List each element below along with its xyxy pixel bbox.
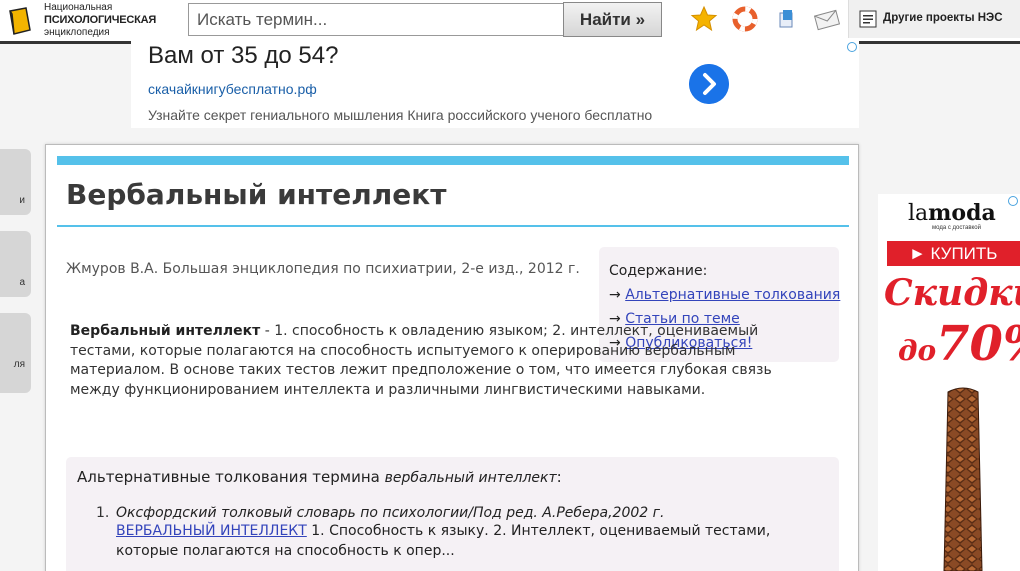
toc-title: Содержание: <box>609 263 708 279</box>
search-input[interactable]: Искать термин... <box>188 3 564 36</box>
ad-url[interactable]: скачайкнигубесплатно.рф <box>148 81 317 97</box>
term-definition: Вербальный интеллект - 1. способность к … <box>70 322 780 400</box>
sale-headline: Скидки <box>884 272 1020 314</box>
source-citation: Жмуров В.А. Большая энциклопедия по псих… <box>66 261 580 277</box>
brand-moda: moda <box>928 200 996 226</box>
mail-icon[interactable] <box>813 5 841 33</box>
toc-link-alternatives[interactable]: Альтернативные толкования <box>625 287 840 303</box>
side-tab-label: а <box>19 277 25 288</box>
star-icon[interactable] <box>690 5 718 33</box>
title-divider <box>57 225 849 227</box>
alternatives-title-suffix: : <box>556 468 562 486</box>
side-tab-2[interactable]: а <box>0 231 31 297</box>
right-advertisement[interactable]: lamoda мода с доставкой ► КУПИТЬ Скидки … <box>878 194 1020 571</box>
sale-discount: до70% <box>898 316 1020 372</box>
sale-do: до <box>898 334 937 367</box>
projects-list-icon <box>859 10 877 28</box>
alternative-entry: ВЕРБАЛЬНЫЙ ИНТЕЛЛЕКТ 1. Способность к яз… <box>116 522 816 561</box>
site-logo[interactable]: Национальная ПСИХОЛОГИЧЕСКАЯ энциклопеди… <box>4 2 184 38</box>
logo-line-3: энциклопедия <box>44 27 110 38</box>
accent-bar <box>57 156 849 165</box>
ad-info-icon[interactable] <box>847 42 857 52</box>
article-card: Вербальный интеллект Жмуров В.А. Большая… <box>45 144 859 571</box>
other-projects-button[interactable]: Другие проекты НЭС <box>848 0 1020 38</box>
top-header: Национальная ПСИХОЛОГИЧЕСКАЯ энциклопеди… <box>0 0 1020 44</box>
document-add-icon[interactable] <box>772 5 800 33</box>
alternatives-title-term: вербальный интеллект <box>384 470 557 486</box>
boot-image <box>943 387 983 571</box>
logo-line-2: ПСИХОЛОГИЧЕСКАЯ <box>44 14 157 26</box>
alternative-interpretations: Альтернативные толкования термина вербал… <box>66 457 839 571</box>
book-logo-icon <box>9 7 31 35</box>
top-advertisement[interactable]: Вам от 35 до 54? скачайкнигубесплатно.рф… <box>131 40 859 128</box>
alternative-term-link[interactable]: ВЕРБАЛЬНЫЙ ИНТЕЛЛЕКТ <box>116 523 307 539</box>
side-tab-label: и <box>19 195 25 206</box>
ad-info-icon[interactable] <box>1008 196 1018 206</box>
search-button[interactable]: Найти » <box>563 2 662 37</box>
lamoda-logo: lamoda <box>908 200 996 226</box>
page-title: Вербальный интеллект <box>66 178 447 211</box>
side-tab-label: ля <box>13 359 25 370</box>
list-item-number: 1. <box>96 505 110 521</box>
alternatives-title-prefix: Альтернативные толкования термина <box>77 468 385 486</box>
logo-line-1: Национальная <box>44 2 113 13</box>
ad-description: Узнайте секрет гениального мышления Книг… <box>148 107 653 123</box>
ad-title[interactable]: Вам от 35 до 54? <box>148 42 338 70</box>
lifebuoy-icon[interactable] <box>731 5 759 33</box>
lamoda-tagline: мода с доставкой <box>932 225 981 231</box>
chevron-right-icon[interactable] <box>689 64 729 104</box>
buy-button[interactable]: ► КУПИТЬ <box>887 241 1020 266</box>
other-projects-label: Другие проекты НЭС <box>883 12 1003 24</box>
logo-text: Национальная ПСИХОЛОГИЧЕСКАЯ энциклопеди… <box>44 2 156 39</box>
brand-la: la <box>908 201 929 226</box>
side-tab-1[interactable]: и <box>0 149 31 215</box>
alternative-source: Оксфордский толковый словарь по психолог… <box>116 505 665 521</box>
term-name: Вербальный интеллект <box>70 323 261 339</box>
arrow-right-icon: → <box>609 287 621 303</box>
sale-percent: 70% <box>936 316 1020 372</box>
alternatives-title: Альтернативные толкования термина вербал… <box>77 468 562 486</box>
side-tab-3[interactable]: ля <box>0 313 31 393</box>
toc-item-alternatives: → Альтернативные толкования <box>609 287 840 303</box>
